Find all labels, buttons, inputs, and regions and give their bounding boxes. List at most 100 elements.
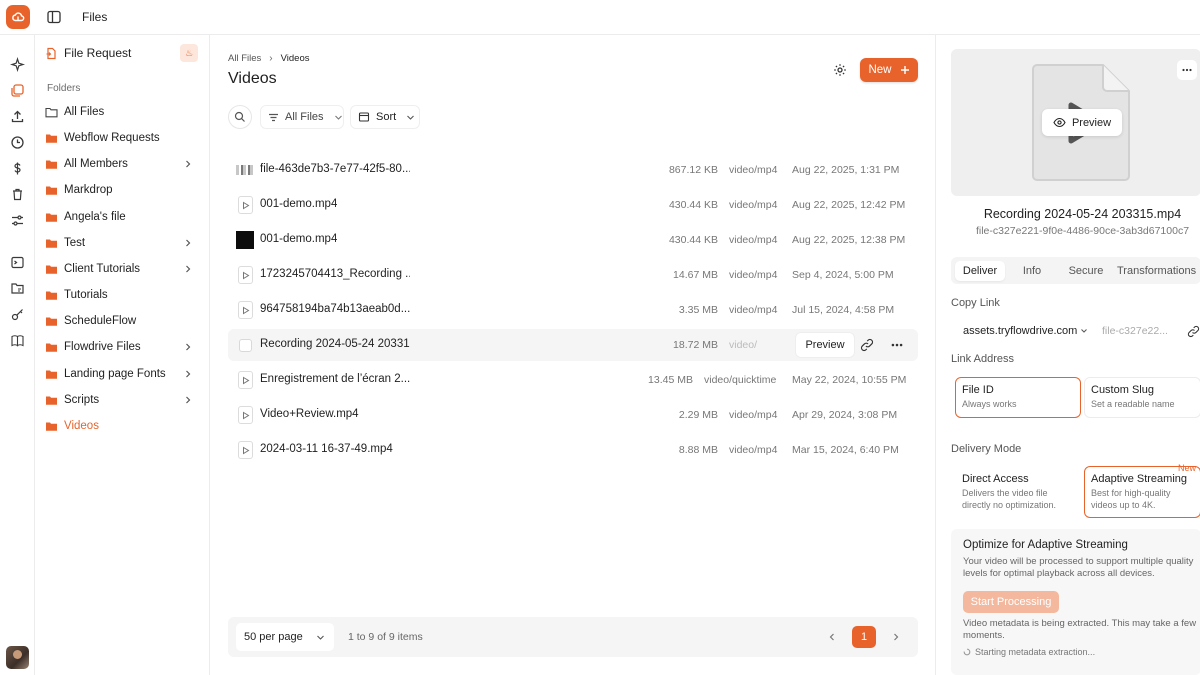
user-avatar[interactable] [6,646,29,669]
link-icon[interactable] [860,338,874,352]
icon-rail [0,35,35,675]
trash-icon[interactable] [10,187,25,202]
clock-icon[interactable] [10,135,25,150]
chevron-right-icon[interactable] [183,238,193,248]
previous-page-icon[interactable] [826,631,838,643]
new-button[interactable]: New [860,58,918,82]
video-thumbnail [236,165,254,175]
search-button[interactable] [228,105,252,129]
file-row[interactable]: 1723245704413_Recording ... 14.67 MB video… [228,259,918,291]
tab-deliver[interactable]: Deliver [955,261,1005,281]
sidebar-toggle-icon[interactable] [46,9,62,25]
delivery-option-desc: Best for high-quality videos up to 4K. [1091,488,1171,510]
file-row[interactable]: 001-demo.mp4 430.44 KB video/mp4 Aug 22, 20… [228,224,918,256]
sidebar-folder-label: Webflow Requests [64,132,160,144]
link-icon[interactable] [1187,325,1200,338]
breadcrumb-all-files[interactable]: All Files [228,53,261,64]
preview-button[interactable]: Preview [1042,109,1122,136]
sidebar-folder-item[interactable]: Tutorials [45,285,203,305]
tab-transformations[interactable]: Transformations [1117,261,1200,281]
link-option-file-id[interactable]: File ID Always works [955,377,1081,418]
delivery-mode-label: Delivery Mode [951,443,1022,455]
folder-icon [46,160,57,169]
sort-dropdown[interactable]: Sort [350,105,420,129]
sidebar-folder-item[interactable]: All Members [45,154,203,174]
folder-tree-icon[interactable] [10,281,25,296]
folder-icon [46,213,57,222]
file-type: video/mp4 [729,234,778,246]
file-name: 2024-03-11 16-37-49.mp4 [260,443,393,455]
sidebar-folder-item[interactable]: All Files [45,102,203,122]
more-options-icon[interactable] [1177,60,1197,80]
row-checkbox[interactable] [239,339,252,352]
chevron-right-icon[interactable] [183,264,193,274]
file-name: 001-demo.mp4 [260,233,338,245]
next-page-icon[interactable] [890,631,902,643]
file-date: Jul 15, 2024, 4:58 PM [792,304,895,316]
chevron-right-icon[interactable] [183,342,193,352]
sidebar-folder-item[interactable]: Webflow Requests [45,128,203,148]
chevron-down-icon [1081,329,1088,333]
delivery-option-adaptive-streaming[interactable]: New Adaptive Streaming Best for high-qua… [1084,463,1200,519]
sidebar-folder-item[interactable]: Scripts [45,390,203,410]
file-request-button[interactable]: File Request ♨ [45,44,200,62]
sparkle-icon[interactable] [10,57,25,72]
sidebar-folder-item[interactable]: ScheduleFlow [45,311,203,331]
filter-dropdown[interactable]: All Files [260,105,344,129]
folder-icon [46,291,57,300]
file-type: video/ [729,339,758,351]
key-icon[interactable] [10,307,25,322]
upload-icon[interactable] [10,109,25,124]
file-row[interactable]: Enregistrement de l’écran 2... 13.45 MB vi… [228,364,918,396]
app-logo[interactable] [6,5,30,29]
preview-button-label: Preview [1071,116,1112,129]
processing-status: Starting metadata extraction... [963,647,1095,657]
files-icon[interactable] [10,83,25,98]
file-row[interactable]: Recording 2024-05-24 203315 18.72 MB video… [228,329,918,361]
dollar-icon[interactable] [10,161,25,176]
file-row[interactable]: 2024-03-11 16-37-49.mp4 8.88 MB video/mp4 M… [228,434,918,466]
file-row[interactable]: 001-demo.mp4 430.44 KB video/mp4 Aug 22, 20… [228,189,918,221]
per-page-select[interactable]: 50 per page [236,623,334,651]
sidebar-folder-item[interactable]: Videos [45,416,203,436]
terminal-icon[interactable] [10,255,25,270]
tab-secure[interactable]: Secure [1061,261,1111,281]
file-row[interactable]: file-463de7b3-7e77-42f5-80... 867.12 KB vi… [228,154,918,186]
spinner-icon [963,648,971,656]
file-row[interactable]: Video+Review.mp4 2.29 MB video/mp4 Apr 29, … [228,399,918,431]
video-file-icon [238,266,253,284]
sidebar-folder-item[interactable]: Test [45,233,203,253]
video-file-icon [238,301,253,319]
file-row[interactable]: 964758194ba74b13aeab0d... 3.35 MB video/mp… [228,294,918,326]
more-options-icon[interactable] [890,338,904,352]
video-file-icon [238,441,253,459]
file-size: 8.88 MB [678,444,718,456]
chevron-right-icon[interactable] [183,159,193,169]
sidebar-folder-item[interactable]: Angela's file [45,207,203,227]
domain-select[interactable]: assets.tryflowdrive.com [963,325,1088,337]
sidebar-folder-item[interactable]: Landing page Fonts [45,364,203,384]
chevron-right-icon: › [269,53,273,64]
page-number-button[interactable]: 1 [852,626,876,648]
file-date: May 22, 2024, 10:55 PM [792,374,907,386]
sidebar-folder-item[interactable]: Flowdrive Files [45,337,203,357]
tab-info[interactable]: Info [1011,261,1053,281]
plus-icon [900,66,909,74]
delivery-option-direct-access[interactable]: Direct Access Delivers the video file di… [955,466,1081,519]
chevron-right-icon[interactable] [183,369,193,379]
sidebar-folder-item[interactable]: Client Tutorials [45,259,203,279]
file-request-badge-icon[interactable]: ♨ [180,44,198,62]
row-preview-button[interactable]: Preview [796,333,854,357]
file-type: video/quicktime [704,374,777,386]
start-processing-button[interactable]: Start Processing [963,591,1059,613]
sidebar-folder-item[interactable]: Markdrop [45,180,203,200]
file-name: 001-demo.mp4 [260,198,338,210]
file-size: 13.45 MB [648,374,693,386]
file-details-panel: Preview Recording 2024-05-24 203315.mp4 … [935,35,1200,675]
link-option-custom-slug[interactable]: Custom Slug Set a readable name [1084,377,1200,418]
gear-icon[interactable] [833,63,847,77]
chevron-right-icon[interactable] [183,395,193,405]
selected-file-id: file-c327e221-9f0e-4486-90ce-3ab3d67100c… [975,225,1190,237]
book-icon[interactable] [10,333,25,348]
settings-sliders-icon[interactable] [10,213,25,228]
